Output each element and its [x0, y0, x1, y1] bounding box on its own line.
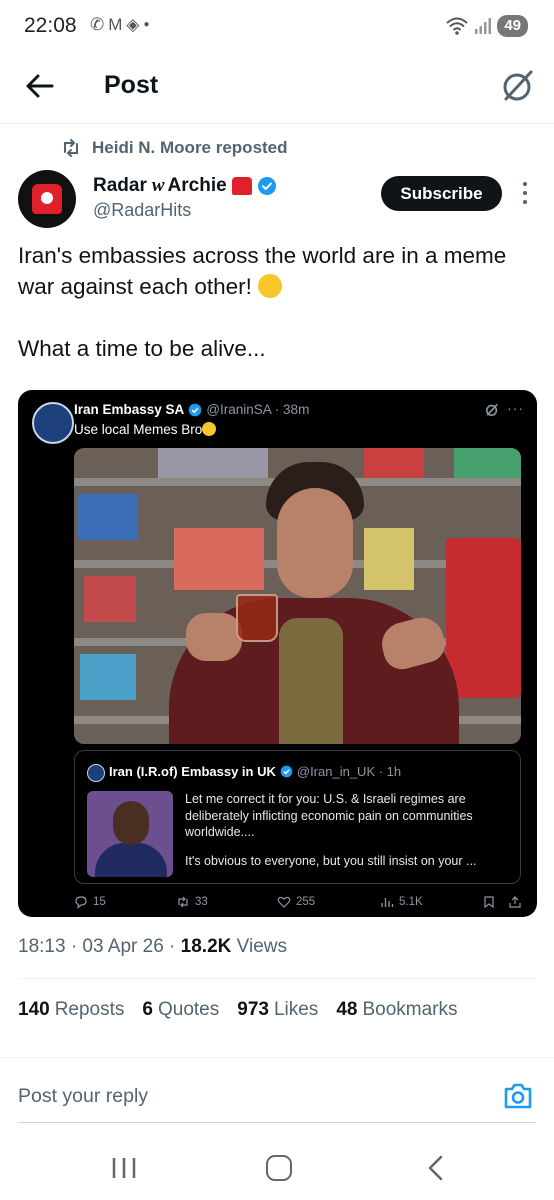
reply-icon — [75, 896, 87, 909]
embedded-action-bar: 15 33 255 5.1K — [18, 895, 537, 915]
embedded-bookmark — [482, 895, 496, 909]
whatsapp-icon: ✆ — [90, 15, 105, 34]
post-header: Post — [0, 54, 554, 124]
status-right-icons: 49 — [445, 15, 528, 37]
embassy-uk-avatar — [87, 764, 105, 782]
author-name-last: Archie — [167, 175, 227, 196]
siren-icon — [32, 184, 62, 214]
stat-reposts[interactable]: 140 Reposts — [18, 999, 124, 1021]
verified-badge-icon — [189, 403, 202, 416]
reply-input[interactable] — [18, 1080, 458, 1112]
quoted-handle: @Iran_in_UK · 1h — [296, 764, 402, 779]
wifi-icon — [446, 17, 468, 35]
stat-quotes[interactable]: 6 Quotes — [142, 999, 219, 1021]
engagement-stats: 140 Reposts 6 Quotes 973 Likes 48 Bookmarks — [18, 999, 457, 1021]
author-name[interactable]: Radar w Archie — [93, 175, 277, 197]
repost-icon — [178, 896, 188, 908]
android-nav-bar — [0, 1140, 554, 1200]
grok-icon — [486, 403, 498, 416]
post-text-line2: What a time to be alive... — [18, 336, 266, 361]
battery-indicator: 49 — [497, 15, 528, 37]
status-left-icons: ✆ M ◈ ● — [90, 15, 150, 35]
quoted-author-name: Iran (I.R.of) Embassy in UK — [109, 764, 276, 779]
author-handle[interactable]: @RadarHits — [93, 200, 191, 221]
author-avatar[interactable] — [18, 170, 76, 228]
status-bar: 22:08 ✆ M ◈ ● 49 — [0, 0, 554, 54]
verified-badge-icon — [280, 765, 293, 778]
embedded-author-name: Iran Embassy SA — [74, 402, 185, 417]
views-icon — [381, 898, 394, 907]
repost-text: Heidi N. Moore reposted — [92, 138, 288, 157]
camera-icon[interactable] — [500, 1078, 536, 1114]
smile-emoji-icon — [202, 422, 217, 436]
author-name-middle: w — [151, 175, 165, 196]
views-count: 18.2K — [180, 936, 232, 957]
embedded-share — [508, 895, 522, 909]
more-options-icon[interactable] — [516, 178, 534, 208]
post-media-image[interactable]: Iran Embassy SA @IraninSA · 38m Use loca… — [18, 390, 537, 917]
embedded-text: Use local Memes Bro — [74, 422, 217, 437]
embedded-author: Iran Embassy SA @IraninSA · 38m — [74, 402, 309, 417]
quoted-post: Iran (I.R.of) Embassy in UK @Iran_in_UK … — [74, 750, 521, 884]
stat-likes[interactable]: 973 Likes — [237, 999, 318, 1021]
stat-bookmarks[interactable]: 48 Bookmarks — [336, 999, 457, 1021]
verified-badge-icon — [257, 177, 276, 195]
quoted-author: Iran (I.R.of) Embassy in UK @Iran_in_UK … — [109, 764, 401, 779]
author-name-first: Radar — [93, 175, 147, 196]
subscribe-button[interactable]: Subscribe — [381, 176, 502, 211]
share-icon — [509, 896, 521, 908]
siren-emoji-icon — [231, 177, 252, 195]
meme-photo — [74, 448, 521, 744]
embedded-replies: 15 — [74, 895, 106, 909]
post-body: Iran's embassies across the world are in… — [18, 240, 543, 364]
bookmark-icon — [484, 896, 494, 909]
back-arrow-icon[interactable] — [22, 68, 58, 104]
recents-icon[interactable] — [110, 1156, 138, 1180]
reply-underline — [18, 1122, 536, 1123]
embedded-views: 5.1K — [380, 895, 423, 909]
views-label: Views — [231, 936, 287, 957]
embedded-handle: @IraninSA · 38m — [206, 402, 310, 417]
signal-icon — [475, 18, 492, 34]
layers-icon: ◈ — [126, 15, 140, 34]
quoted-text: Let me correct it for you: U.S. & Israel… — [185, 792, 477, 868]
page-title: Post — [104, 71, 159, 99]
status-time: 22:08 — [24, 14, 77, 37]
grok-icon[interactable] — [498, 66, 538, 106]
post-timestamp-views: 18:13 · 03 Apr 26 · 18.2K Views — [18, 936, 287, 958]
more-icon: ··· — [507, 400, 524, 416]
divider — [0, 1057, 554, 1058]
nav-back-icon[interactable] — [424, 1154, 446, 1182]
repost-indicator[interactable]: Heidi N. Moore reposted — [60, 137, 288, 159]
quoted-thumbnail — [87, 791, 173, 877]
divider — [18, 978, 536, 979]
dot-icon: ● — [143, 19, 150, 30]
embassy-sa-avatar — [32, 402, 74, 444]
gmail-icon: M — [108, 15, 123, 34]
embedded-likes: 255 — [277, 895, 315, 909]
embedded-reposts: 33 — [176, 895, 208, 909]
heart-icon — [277, 896, 291, 908]
repost-icon — [64, 139, 78, 157]
home-icon[interactable] — [266, 1155, 292, 1181]
post-timestamp: 18:13 · 03 Apr 26 · — [18, 936, 181, 957]
rofl-emoji-icon — [258, 274, 283, 298]
